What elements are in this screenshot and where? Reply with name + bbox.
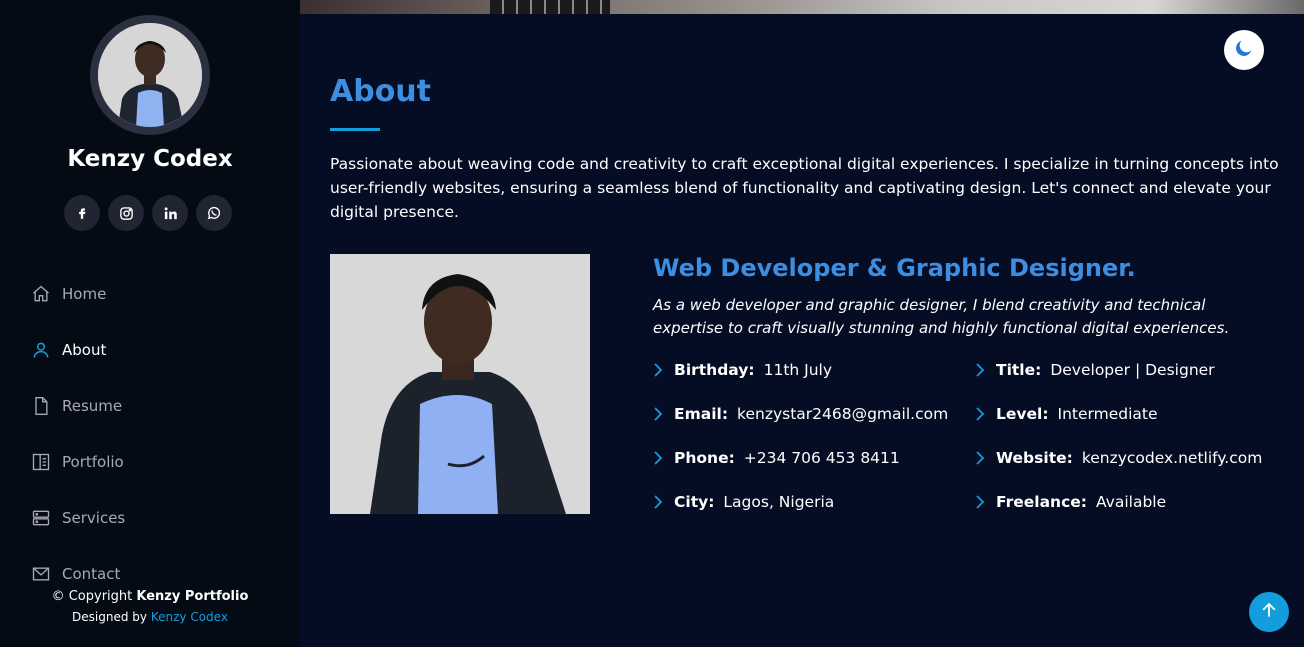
file-icon	[30, 395, 52, 417]
sidebar-nav: Home About Resume Portfolio Services Con…	[30, 266, 270, 602]
profile-photo	[330, 254, 590, 514]
fact-email: Email: kenzystar2468@gmail.com	[653, 402, 975, 426]
profile-name: Kenzy Codex	[67, 146, 233, 172]
chevron-right-icon	[975, 406, 987, 422]
copyright-brand: Kenzy Portfolio	[136, 589, 249, 604]
designer-link[interactable]: Kenzy Codex	[151, 610, 228, 624]
fact-city: City: Lagos, Nigeria	[653, 490, 975, 514]
chevron-right-icon	[975, 362, 987, 378]
fact-value: kenzycodex.netlify.com	[1081, 449, 1263, 467]
sidebar-item-label: Contact	[62, 565, 121, 583]
credits: Designed by Kenzy Codex	[0, 610, 300, 624]
fact-title: Title: Developer | Designer	[975, 358, 1293, 382]
fact-phone: Phone: +234 706 453 8411	[653, 446, 975, 470]
profile-avatar-ring	[90, 15, 210, 135]
book-icon	[30, 451, 52, 473]
fact-key: Email:	[674, 405, 729, 423]
fact-value: Intermediate	[1057, 405, 1158, 423]
sidebar-item-label: Resume	[62, 397, 123, 415]
fact-key: City:	[674, 493, 715, 511]
hero-image-strip	[300, 0, 1304, 14]
fact-freelance: Freelance: Available	[975, 490, 1293, 514]
fact-value: 11th July	[763, 361, 833, 379]
keyboard-image	[490, 0, 610, 14]
fact-key: Level:	[996, 405, 1049, 423]
sidebar-item-home[interactable]: Home	[30, 266, 270, 322]
chevron-right-icon	[653, 362, 665, 378]
fact-value: kenzystar2468@gmail.com	[737, 405, 949, 423]
copyright-prefix: © Copyright	[51, 589, 133, 604]
sidebar: Kenzy Codex Home About Resume Portfolio …	[0, 0, 300, 647]
user-icon	[30, 339, 52, 361]
fact-value: Available	[1095, 493, 1167, 511]
fact-key: Freelance:	[996, 493, 1087, 511]
about-intro: Passionate about weaving code and creati…	[330, 155, 1279, 221]
fact-website: Website: kenzycodex.netlify.com	[975, 446, 1293, 470]
fact-key: Phone:	[674, 449, 735, 467]
fact-birthday: Birthday: 11th July	[653, 358, 975, 382]
facts-list: Birthday: 11th July Title: Developer | D…	[653, 358, 1293, 514]
fact-key: Title:	[996, 361, 1042, 379]
fact-value: Developer | Designer	[1050, 361, 1215, 379]
social-links	[64, 195, 232, 231]
chevron-right-icon	[653, 406, 665, 422]
sidebar-footer: © Copyright Kenzy Portfolio Designed by …	[0, 589, 300, 624]
credits-label: Designed by	[72, 610, 148, 624]
fact-value: +234 706 453 8411	[743, 449, 900, 467]
fact-key: Website:	[996, 449, 1073, 467]
section-title: About	[330, 74, 432, 109]
moon-icon	[1233, 37, 1255, 63]
copyright: © Copyright Kenzy Portfolio	[0, 589, 300, 604]
sidebar-item-label: Services	[62, 509, 126, 527]
fact-key: Birthday:	[674, 361, 755, 379]
linkedin-icon[interactable]	[152, 195, 188, 231]
chevron-right-icon	[653, 494, 665, 510]
fact-value: Lagos, Nigeria	[723, 493, 835, 511]
sidebar-item-about[interactable]: About	[30, 322, 270, 378]
role-description: As a web developer and graphic designer,…	[653, 296, 1230, 337]
server-icon	[30, 507, 52, 529]
chevron-right-icon	[975, 450, 987, 466]
sidebar-item-portfolio[interactable]: Portfolio	[30, 434, 270, 490]
home-icon	[30, 283, 52, 305]
avatar	[98, 23, 202, 127]
sidebar-item-label: About	[62, 341, 107, 359]
facebook-icon[interactable]	[64, 195, 100, 231]
sidebar-item-label: Portfolio	[62, 453, 124, 471]
title-underline	[330, 128, 380, 131]
arrow-up-icon	[1260, 601, 1278, 623]
chevron-right-icon	[653, 450, 665, 466]
envelope-icon	[30, 563, 52, 585]
sidebar-item-resume[interactable]: Resume	[30, 378, 270, 434]
sidebar-item-services[interactable]: Services	[30, 490, 270, 546]
role-title: Web Developer & Graphic Designer.	[653, 254, 1136, 282]
back-to-top-button[interactable]	[1249, 592, 1289, 632]
sidebar-item-label: Home	[62, 285, 107, 303]
instagram-icon[interactable]	[108, 195, 144, 231]
whatsapp-icon[interactable]	[196, 195, 232, 231]
theme-toggle-button[interactable]	[1224, 30, 1264, 70]
chevron-right-icon	[975, 494, 987, 510]
fact-level: Level: Intermediate	[975, 402, 1293, 426]
